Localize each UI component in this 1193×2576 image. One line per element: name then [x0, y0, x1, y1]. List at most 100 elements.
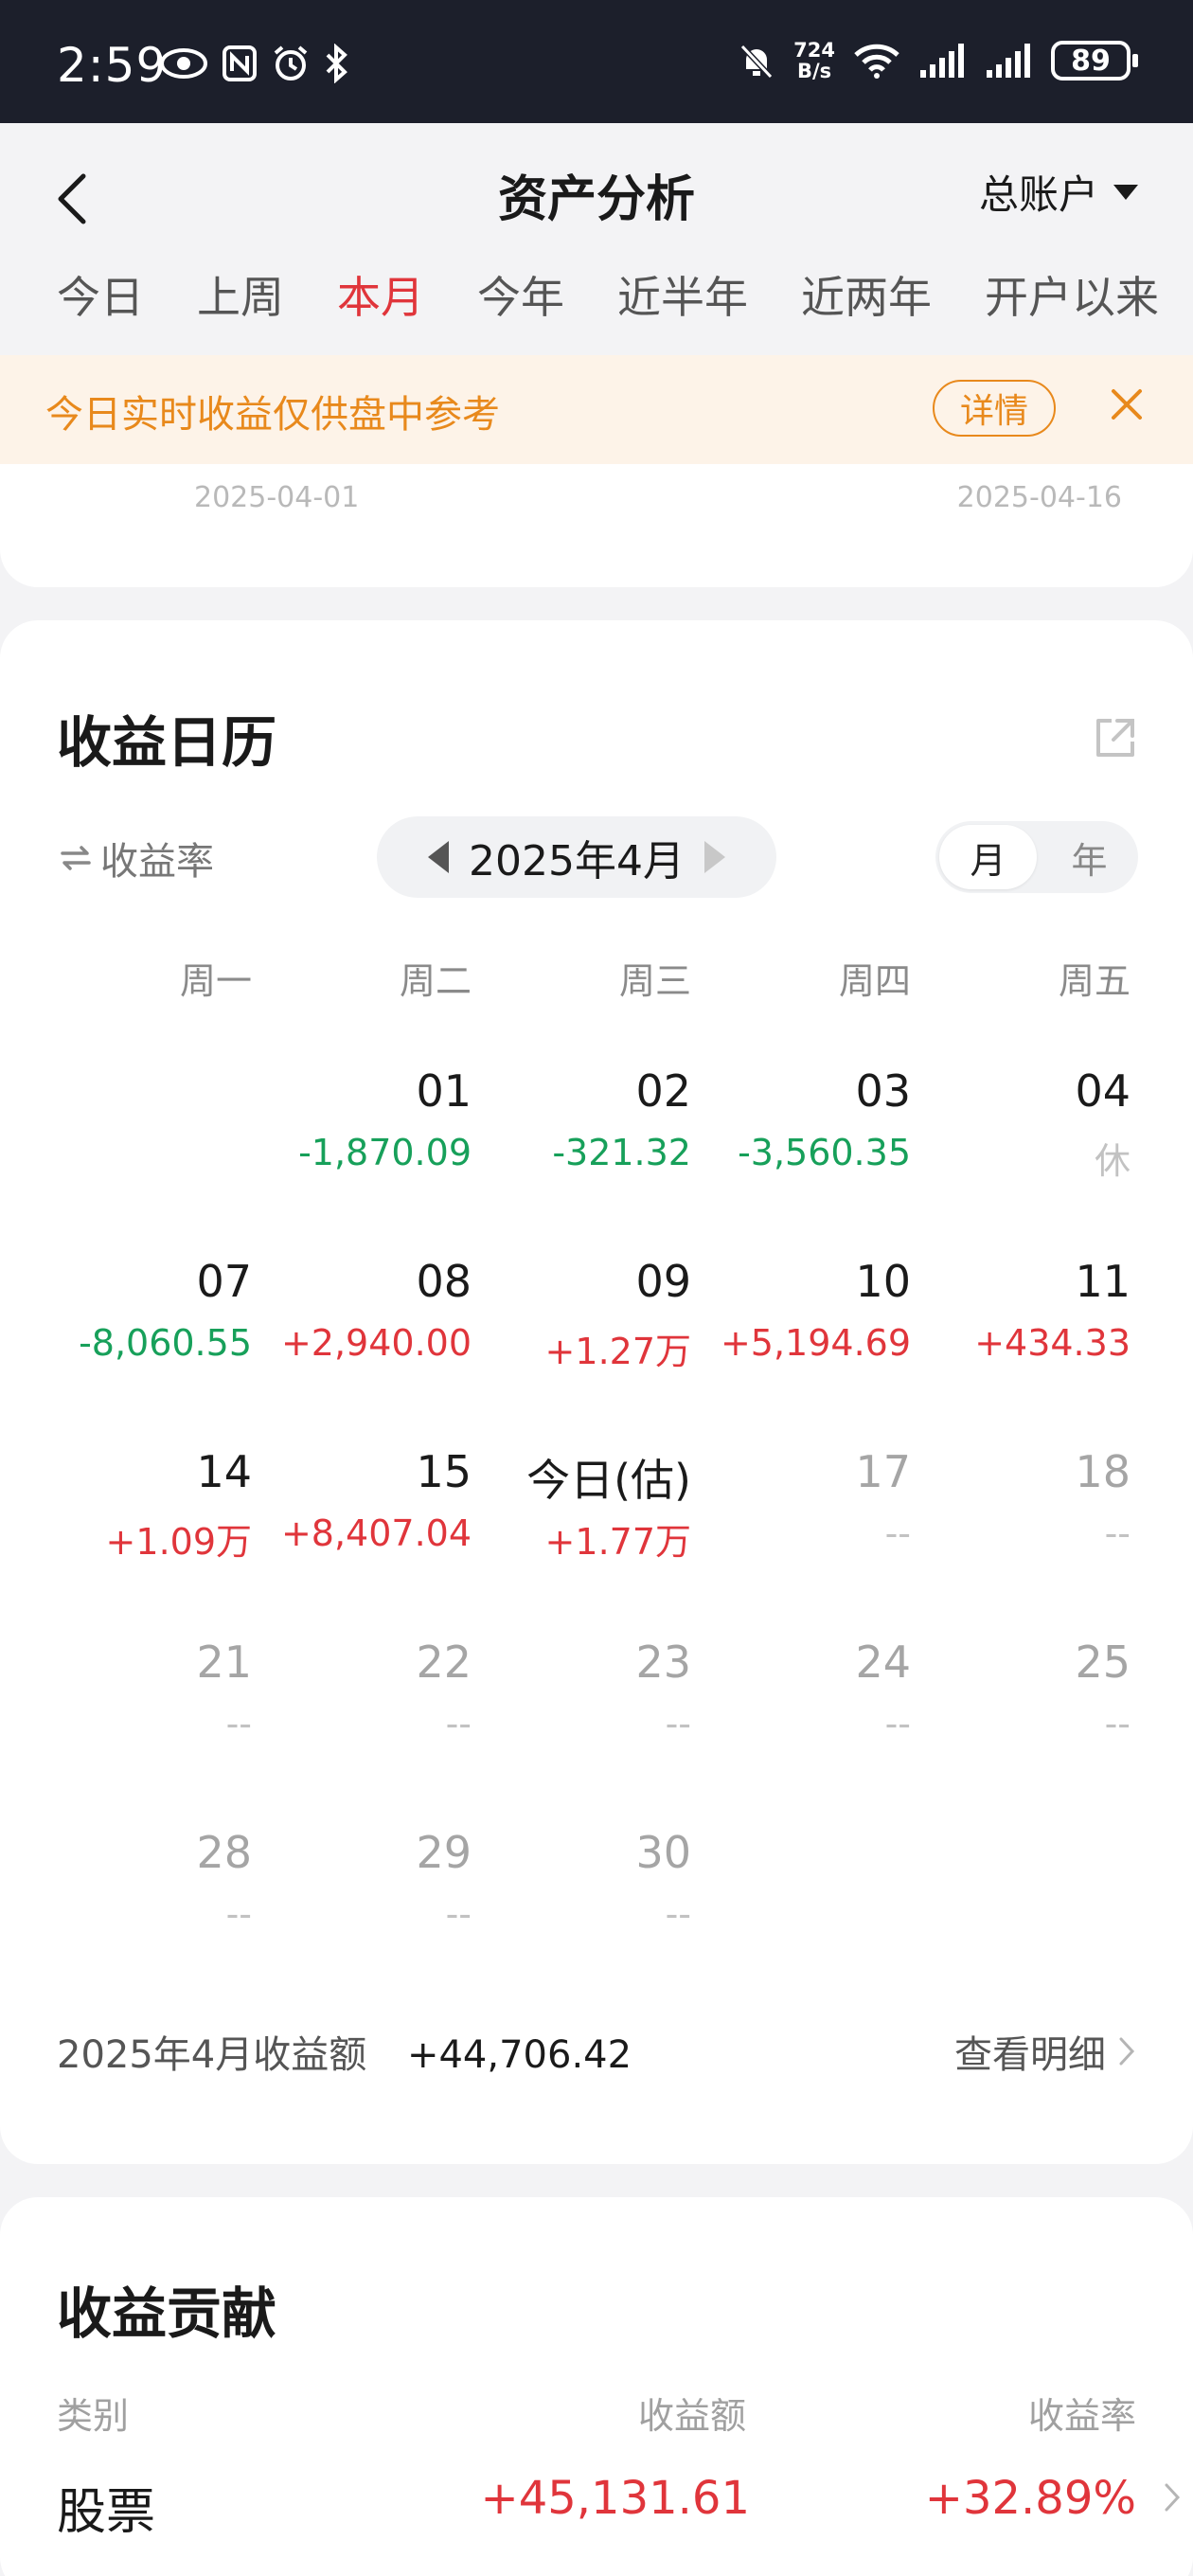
prev-month-icon[interactable]: [428, 841, 449, 873]
calendar-day-cell[interactable]: 29 --: [252, 1827, 472, 1978]
axis-start-date: 2025-04-01: [194, 481, 360, 514]
weekday-fri: 周五: [1058, 960, 1131, 1002]
calendar-day-cell[interactable]: 14 +1.09万: [32, 1446, 252, 1598]
calendar-day-cell[interactable]: 23 --: [472, 1637, 691, 1788]
account-selector[interactable]: 总账户: [979, 163, 1140, 221]
day-profit: --: [445, 1703, 472, 1744]
weekday-mon: 周一: [179, 960, 252, 1002]
calendar-day-cell[interactable]: 15 +8,407.04: [252, 1446, 472, 1598]
view-month-option[interactable]: 月: [939, 825, 1037, 889]
day-number: 08: [416, 1256, 472, 1307]
day-profit: +2,940.00: [280, 1322, 472, 1364]
day-number: 今日(估): [526, 1455, 691, 1506]
close-icon[interactable]: [1106, 384, 1148, 425]
calendar-title: 收益日历: [57, 710, 277, 775]
rate-toggle-label: 收益率: [100, 840, 214, 884]
day-profit: --: [445, 1893, 472, 1935]
calendar-day-cell[interactable]: 21 --: [32, 1637, 252, 1788]
calendar-day-cell[interactable]: 09 +1.27万: [472, 1256, 691, 1407]
view-year-option[interactable]: 年: [1041, 821, 1138, 893]
tab-last-week[interactable]: 上周: [197, 263, 284, 326]
day-number: 23: [635, 1637, 691, 1688]
day-number: 18: [1075, 1446, 1131, 1497]
status-left-icons: [159, 44, 348, 83]
day-profit: --: [225, 1893, 252, 1935]
tab-half-year[interactable]: 近半年: [617, 263, 748, 326]
calendar-day-cell[interactable]: 07 -8,060.55: [32, 1256, 252, 1407]
day-number: 30: [635, 1827, 691, 1878]
day-number: 01: [416, 1065, 472, 1117]
row-rate: +32.89%: [924, 2472, 1136, 2525]
calendar-day-cell[interactable]: 30 --: [472, 1827, 691, 1978]
calendar-day-cell[interactable]: 17 --: [691, 1446, 911, 1598]
calendar-day-cell[interactable]: 01 -1,870.09: [252, 1065, 472, 1217]
header-rate: 收益率: [1027, 2395, 1136, 2437]
chevron-right-icon: [1119, 2037, 1135, 2066]
calendar-day-cell[interactable]: 04 休: [911, 1065, 1131, 1217]
alarm-icon: [274, 45, 308, 80]
tab-this-month[interactable]: 本月: [337, 263, 424, 326]
account-label: 总账户: [978, 171, 1098, 218]
calendar-day-cell[interactable]: 28 --: [32, 1827, 252, 1978]
profit-contribution-card: 收益贡献 类别 收益额 收益率 股票 +45,131.61 +32.89%: [0, 2197, 1193, 2576]
view-toggle: 月 年: [935, 821, 1138, 893]
calendar-day-cell[interactable]: 22 --: [252, 1637, 472, 1788]
day-number: 03: [855, 1065, 911, 1117]
calendar-day-cell[interactable]: 25 --: [911, 1637, 1131, 1788]
day-profit: -8,060.55: [79, 1322, 252, 1364]
next-month-icon[interactable]: [703, 841, 725, 873]
day-number: 10: [855, 1256, 911, 1307]
calendar-day-cell[interactable]: 02 -321.32: [472, 1065, 691, 1217]
signal-icon: [920, 44, 964, 78]
day-number: 21: [196, 1637, 252, 1688]
header-category: 类别: [57, 2395, 130, 2437]
bluetooth-icon: [326, 44, 347, 83]
notice-detail-button[interactable]: 详情: [933, 380, 1056, 437]
trend-chart-card: 2025-04-01 2025-04-16: [0, 464, 1193, 587]
battery-indicator: 89: [1051, 41, 1138, 80]
period-tabs: 今日 上周 本月 今年 近半年 近两年 开户以来: [57, 263, 1193, 326]
mute-icon: [739, 44, 774, 80]
day-profit: 休: [1094, 1140, 1131, 1182]
calendar-day-cell[interactable]: 24 --: [691, 1637, 911, 1788]
tab-today[interactable]: 今日: [57, 263, 144, 326]
tab-two-years[interactable]: 近两年: [801, 263, 932, 326]
view-detail-link[interactable]: 查看明细: [954, 2024, 1136, 2079]
day-profit: +5,194.69: [720, 1322, 911, 1364]
nfc-icon: [223, 45, 257, 81]
day-profit: --: [1104, 1703, 1131, 1744]
day-number: 07: [196, 1256, 252, 1307]
status-bar: 2:59 724 B/s 89: [0, 0, 1193, 123]
calendar-day-cell[interactable]: 03 -3,560.35: [691, 1065, 911, 1217]
chevron-right-icon: [1165, 2483, 1181, 2512]
weekday-tue: 周二: [399, 960, 472, 1002]
notice-banner: 今日实时收益仅供盘中参考 详情: [0, 355, 1193, 464]
calendar-day-cell[interactable]: 今日(估) +1.77万: [472, 1446, 691, 1598]
tab-since-opening[interactable]: 开户以来: [985, 263, 1159, 326]
calendar-day-cell[interactable]: 08 +2,940.00: [252, 1256, 472, 1407]
weekday-thu: 周四: [838, 960, 911, 1002]
wifi-icon: [854, 44, 899, 79]
day-number: 28: [196, 1827, 252, 1878]
rate-toggle[interactable]: 收益率: [59, 831, 214, 886]
day-number: 02: [635, 1065, 691, 1117]
contribution-title: 收益贡献: [57, 2281, 277, 2346]
calendar-day-cell[interactable]: 11 +434.33: [911, 1256, 1131, 1407]
day-number: 29: [416, 1827, 472, 1878]
day-profit: +1.27万: [544, 1331, 691, 1372]
share-icon[interactable]: [1091, 713, 1140, 762]
day-profit: --: [884, 1703, 911, 1744]
calendar-day-cell[interactable]: 18 --: [911, 1446, 1131, 1598]
day-number: 17: [855, 1446, 911, 1497]
day-profit: --: [665, 1703, 691, 1744]
signal-icon: [987, 44, 1030, 78]
day-profit: -1,870.09: [298, 1132, 472, 1173]
day-profit: --: [665, 1893, 691, 1935]
swap-icon: [61, 846, 91, 870]
day-number: 04: [1075, 1065, 1131, 1117]
day-profit: +8,407.04: [280, 1512, 472, 1554]
tab-this-year[interactable]: 今年: [477, 263, 564, 326]
net-speed-unit: B/s: [796, 60, 832, 82]
net-speed-value: 724: [793, 39, 835, 62]
calendar-day-cell[interactable]: 10 +5,194.69: [691, 1256, 911, 1407]
